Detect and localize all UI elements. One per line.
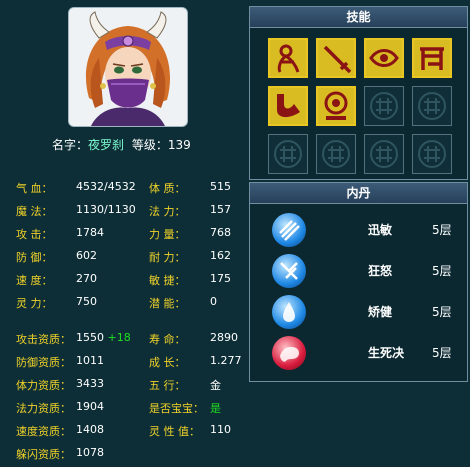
aptitude-value-is-baby: 是 (210, 402, 221, 415)
neidan-name-3: 矫健 (368, 305, 393, 319)
neidan-item-1[interactable]: 迅敏 5层 (272, 213, 468, 247)
aptitude-attack-bonus: +18 (107, 331, 131, 344)
aptitude-value-attack: 1550 +18 (76, 331, 131, 344)
empty-slot-icon (322, 140, 350, 168)
aptitude-value-stamina: 3433 (76, 377, 104, 390)
skill-slot-8[interactable] (412, 86, 452, 126)
stat-value-magic: 157 (210, 203, 231, 216)
level-label: 等级： (131, 138, 168, 152)
figure-skill-icon (270, 40, 306, 76)
neidan-item-4[interactable]: 生死决 5层 (272, 336, 468, 370)
skill-slot-5[interactable] (268, 86, 308, 126)
stat-label-defense: 防 御： (16, 251, 53, 264)
aptitude-label-attack: 攻击资质： (16, 333, 71, 346)
skill-slot-9[interactable] (268, 134, 308, 174)
stat-value-potential: 0 (210, 295, 217, 308)
skill-slot-7[interactable] (364, 86, 404, 126)
swift-orb-icon (272, 213, 306, 247)
sword-skill-icon (318, 40, 354, 76)
stat-label-agility: 敏 捷： (149, 274, 186, 287)
pet-level: 139 (167, 138, 191, 152)
stat-value-strength: 768 (210, 226, 231, 239)
stat-value-attack: 1784 (76, 226, 104, 239)
skills-panel: 技能 (249, 6, 468, 180)
neidan-level-3: 5层 (432, 305, 452, 319)
neidan-panel-title: 内丹 (250, 183, 467, 204)
pet-name: 夜罗刹 (88, 138, 125, 152)
empty-slot-icon (274, 140, 302, 168)
neidan-item-2[interactable]: 狂怒 5层 (272, 254, 468, 288)
neidan-level-2: 5层 (432, 264, 452, 278)
aptitude-label-lifespan: 寿 命： (149, 333, 186, 346)
aptitude-label-is-baby: 是否宝宝： (149, 402, 204, 415)
stat-label-endurance: 耐 力： (149, 251, 186, 264)
name-label: 名字： (52, 138, 89, 152)
stat-value-spirit: 750 (76, 295, 97, 308)
fury-orb-icon (272, 254, 306, 288)
stat-value-hp: 4532/4532 (76, 180, 136, 193)
stat-label-speed: 速 度： (16, 274, 53, 287)
lifedeath-orb-icon (272, 336, 306, 370)
pet-name-row: 名字：夜罗刹 等级：139 (52, 136, 191, 153)
skill-slot-2[interactable] (316, 38, 356, 78)
empty-slot-icon (418, 140, 446, 168)
aptitude-value-element: 金 (210, 379, 221, 392)
neidan-name-2: 狂怒 (368, 264, 393, 278)
neidan-level-4: 5层 (432, 346, 452, 360)
aptitude-label-growth: 成 长： (149, 356, 186, 369)
stat-value-speed: 270 (76, 272, 97, 285)
aptitude-label-spirituality: 灵 性 值： (149, 425, 200, 438)
skills-panel-title: 技能 (250, 7, 467, 28)
neidan-name-4: 生死决 (368, 346, 405, 360)
eye-skill-icon (366, 40, 402, 76)
stat-label-constitution: 体 质： (149, 182, 186, 195)
stat-label-magic: 法 力： (149, 205, 186, 218)
aptitude-label-speed: 速度资质： (16, 425, 71, 438)
neidan-item-3[interactable]: 矫健 5层 (272, 295, 468, 329)
empty-slot-icon (418, 92, 446, 120)
aptitude-label-dodge: 躲闪资质： (16, 448, 71, 461)
stat-value-agility: 175 (210, 272, 231, 285)
skill-slot-3[interactable] (364, 38, 404, 78)
stat-value-constitution: 515 (210, 180, 231, 193)
aptitude-attack-number: 1550 (76, 331, 104, 344)
aptitude-value-speed: 1408 (76, 423, 104, 436)
seal-skill-icon (318, 88, 354, 124)
skill-slot-10[interactable] (316, 134, 356, 174)
stat-value-endurance: 162 (210, 249, 231, 262)
character-portrait-icon (69, 8, 187, 126)
stat-label-attack: 攻 击： (16, 228, 53, 241)
neidan-panel: 内丹 迅敏 5层 狂怒 5层 矫健 5层 生死决 5层 (249, 182, 468, 382)
skill-slot-4[interactable] (412, 38, 452, 78)
neidan-name-1: 迅敏 (368, 223, 393, 237)
aptitude-value-growth: 1.277 (210, 354, 242, 367)
stat-label-strength: 力 量： (149, 228, 186, 241)
stat-label-mp: 魔 法： (16, 205, 53, 218)
stat-value-mp: 1130/1130 (76, 203, 136, 216)
vigor-orb-icon (272, 295, 306, 329)
aptitude-label-mana: 法力资质： (16, 402, 71, 415)
aptitude-label-element: 五 行： (149, 379, 186, 392)
claw-skill-icon (270, 88, 306, 124)
aptitude-value-spirituality: 110 (210, 423, 231, 436)
gate-skill-icon (414, 40, 450, 76)
aptitude-value-lifespan: 2890 (210, 331, 238, 344)
stat-label-hp: 气 血： (16, 182, 53, 195)
skill-slot-11[interactable] (364, 134, 404, 174)
skill-slot-1[interactable] (268, 38, 308, 78)
aptitude-value-defense: 1011 (76, 354, 104, 367)
skill-slot-12[interactable] (412, 134, 452, 174)
empty-slot-icon (370, 140, 398, 168)
aptitude-label-defense: 防御资质： (16, 356, 71, 369)
aptitude-value-mana: 1904 (76, 400, 104, 413)
empty-slot-icon (370, 92, 398, 120)
aptitude-value-dodge: 1078 (76, 446, 104, 459)
neidan-level-1: 5层 (432, 223, 452, 237)
pet-portrait (68, 7, 188, 127)
skill-slot-6[interactable] (316, 86, 356, 126)
stat-label-potential: 潜 能： (149, 297, 186, 310)
stat-label-spirit: 灵 力： (16, 297, 53, 310)
aptitude-label-stamina: 体力资质： (16, 379, 71, 392)
stat-value-defense: 602 (76, 249, 97, 262)
